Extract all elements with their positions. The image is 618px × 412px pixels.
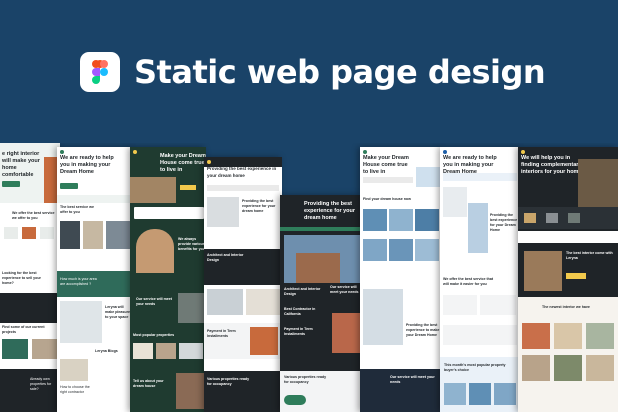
screen-preview: We are ready to help you in making your … [440,147,520,412]
screen-title: e right interior will make your home com… [2,151,40,178]
page-title: Static web page design [134,53,546,91]
screen-text: Payment in Term Installments [207,329,236,338]
screen-text: Already own properties for sale? [30,377,52,391]
screen-text: We offer the best service that will make… [443,277,494,286]
screen-preview: We will help you in finding complementar… [518,147,618,412]
screen-title: Make your Dream House come true to live … [363,155,409,175]
screen-text: How to choose the right contractor [60,385,90,394]
screen-text: Providing the best experience for your d… [242,199,276,213]
screen-text: Find your dream house now [363,197,411,201]
screen-text: Looking for the best experience to sell … [2,271,41,285]
header-banner: Static web page design [0,0,618,143]
screen-text: The best interior come with Leryna [566,251,613,260]
screen-text: Various properties ready for occupancy [284,375,327,384]
screen-title: Providing the best experience for your d… [304,201,356,221]
screen-preview: Providing the best experience in your dr… [204,157,282,412]
screen-preview: Make your Dream House come true to live … [130,147,206,412]
screen-text: Architect and Interior Design [284,287,321,296]
screen-text: Architect and Interior Design [207,253,244,262]
hero-image [578,159,618,207]
screen-text: Find some of our current projects [2,325,45,334]
screen-preview: Make your Dream House come true to live … [360,147,442,412]
screen-text: Various properties ready for occupancy [207,377,250,386]
screen-text: How much is your area are accomplished ? [60,277,97,286]
figma-logo-icon [80,52,120,92]
screen-text: Tell us about your dream house [133,379,164,388]
screen-text: Providing the best experience for your D… [490,213,518,232]
screen-title: Providing the best experience in your dr… [207,166,277,178]
screen-title: We are ready to help you in making your … [60,155,114,175]
screen-preview: e right interior will make your home com… [0,143,60,412]
screen-title: We will help you in finding complementar… [521,155,582,175]
screen-text: We always provide various benefits for y… [178,237,205,251]
screen-text: We offer the best service we offer to yo… [12,211,55,220]
screen-text: Our service will meet your needs [136,297,172,306]
screen-text: Providing the best experience to make yo… [406,323,440,337]
screen-text: The newest interior we have [542,305,590,309]
screen-preview: We are ready to help you in making your … [57,147,132,412]
screen-text: Most popular properties [133,333,175,337]
screen-preview: Providing the best experience for your d… [280,195,362,412]
screen-text: Leryna will make pleasure to your space [105,305,130,319]
screen-text: The best service we offer to you [60,205,94,214]
screen-text: This month's most popular property buyer… [444,363,506,372]
screen-text: Our service will meet your needs [330,285,359,294]
screen-text: Our service will meet your needs [390,375,435,384]
screens-collage: e right interior will make your home com… [0,143,618,412]
screen-text: Payment in Term Installments [284,327,313,336]
screen-text: Best Contractor in California [284,307,316,316]
screen-title: Make your Dream House come true to live … [160,153,206,173]
screen-text: Leryna Blogs [95,349,118,353]
